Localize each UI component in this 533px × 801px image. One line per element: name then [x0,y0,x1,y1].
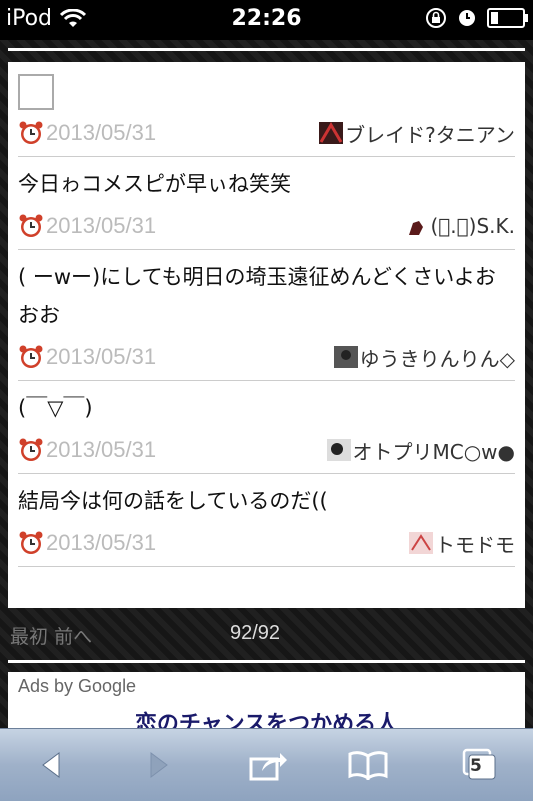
author-name: (ﾟ.ﾟ)S.K. [430,214,516,238]
comment-author[interactable]: オトプリMC○w● [326,436,515,465]
comment-text: 結局今は何の話をしているのだ(( [18,489,328,513]
comment-date: 2013/05/31 [46,120,157,145]
ad-banner[interactable]: Ads by Google 恋のチャンスをつかめる人 [8,672,525,732]
alarm-clock-icon [19,438,43,461]
page-content: 2013/05/31 ブレイド?タニアン 今日ゎコメスピが早ぃね笑笑 2013/… [0,40,533,732]
alarm-clock-icon [19,345,43,368]
divider [8,660,525,663]
forward-button[interactable] [128,743,188,787]
alarm-clock-icon [19,121,43,144]
forward-arrow-icon [150,752,168,778]
battery-icon [487,8,528,28]
alarm-clock-icon [19,531,43,554]
comment-item: ( ーwー)にしても明日の埼玉遠征めんどくさいよおおお 2013/05/31 ゆ… [18,250,515,381]
author-name: ブレイド?タニアン [345,122,515,147]
comment-date: 2013/05/31 [46,213,157,238]
comment-text: (￣▽￣) [18,396,93,420]
user-avatar-icon [326,439,351,461]
tabs-count: 5 [470,756,482,776]
comment-item: 今日ゎコメスピが早ぃね笑笑 2013/05/31 (ﾟ.ﾟ)S.K. [18,157,515,250]
placeholder-image [18,74,54,110]
alarm-status-icon [459,10,475,26]
tabs-button[interactable]: 5 [450,743,510,787]
user-avatar-icon [319,122,344,144]
share-button[interactable] [238,743,298,787]
user-avatar-icon [408,221,423,235]
author-name: ゆうきりんりん◇ [359,346,515,371]
pager-first-link[interactable]: 最初 [10,626,48,648]
divider [8,48,525,51]
rotation-lock-icon [426,8,446,28]
comment-author[interactable]: (ﾟ.ﾟ)S.K. [405,214,516,238]
comment-date: 2013/05/31 [46,530,157,555]
browser-toolbar: 5 [0,728,533,801]
comment-date: 2013/05/31 [46,344,157,369]
share-icon [249,753,287,781]
comment-author[interactable]: ゆうきりんりん◇ [333,343,515,372]
comment-author[interactable]: トモドモ [409,529,515,558]
comment-list: 2013/05/31 ブレイド?タニアン 今日ゎコメスピが早ぃね笑笑 2013/… [8,62,525,608]
comment-author[interactable]: ブレイド?タニアン [319,119,515,148]
pager-prev-link[interactable]: 前へ [54,626,92,648]
user-avatar-icon [409,532,433,554]
page-count: 92/92 [230,622,281,644]
author-name: トモドモ [435,532,515,557]
bookmarks-button[interactable] [338,743,398,787]
back-arrow-icon [42,752,60,778]
user-avatar-icon [333,346,358,368]
alarm-clock-icon [19,214,43,237]
comment-item: 結局今は何の話をしているのだ(( 2013/05/31 トモドモ [18,474,515,567]
pager: 最初 前へ 92/92 [0,614,533,656]
status-bar: iPod 22:26 [0,0,533,40]
back-button[interactable] [22,743,82,787]
comment-item: 2013/05/31 ブレイド?タニアン [18,74,515,157]
comment-text: ( ーwー)にしても明日の埼玉遠征めんどくさいよおおお [18,265,496,327]
comment-date: 2013/05/31 [46,437,157,462]
comment-item: (￣▽￣) 2013/05/31 オトプリMC○w● [18,381,515,474]
book-icon [348,751,388,780]
ad-label: Ads by Google [18,676,137,696]
comment-text: 今日ゎコメスピが早ぃね笑笑 [18,172,291,196]
author-name: オトプリMC○w● [352,439,515,464]
